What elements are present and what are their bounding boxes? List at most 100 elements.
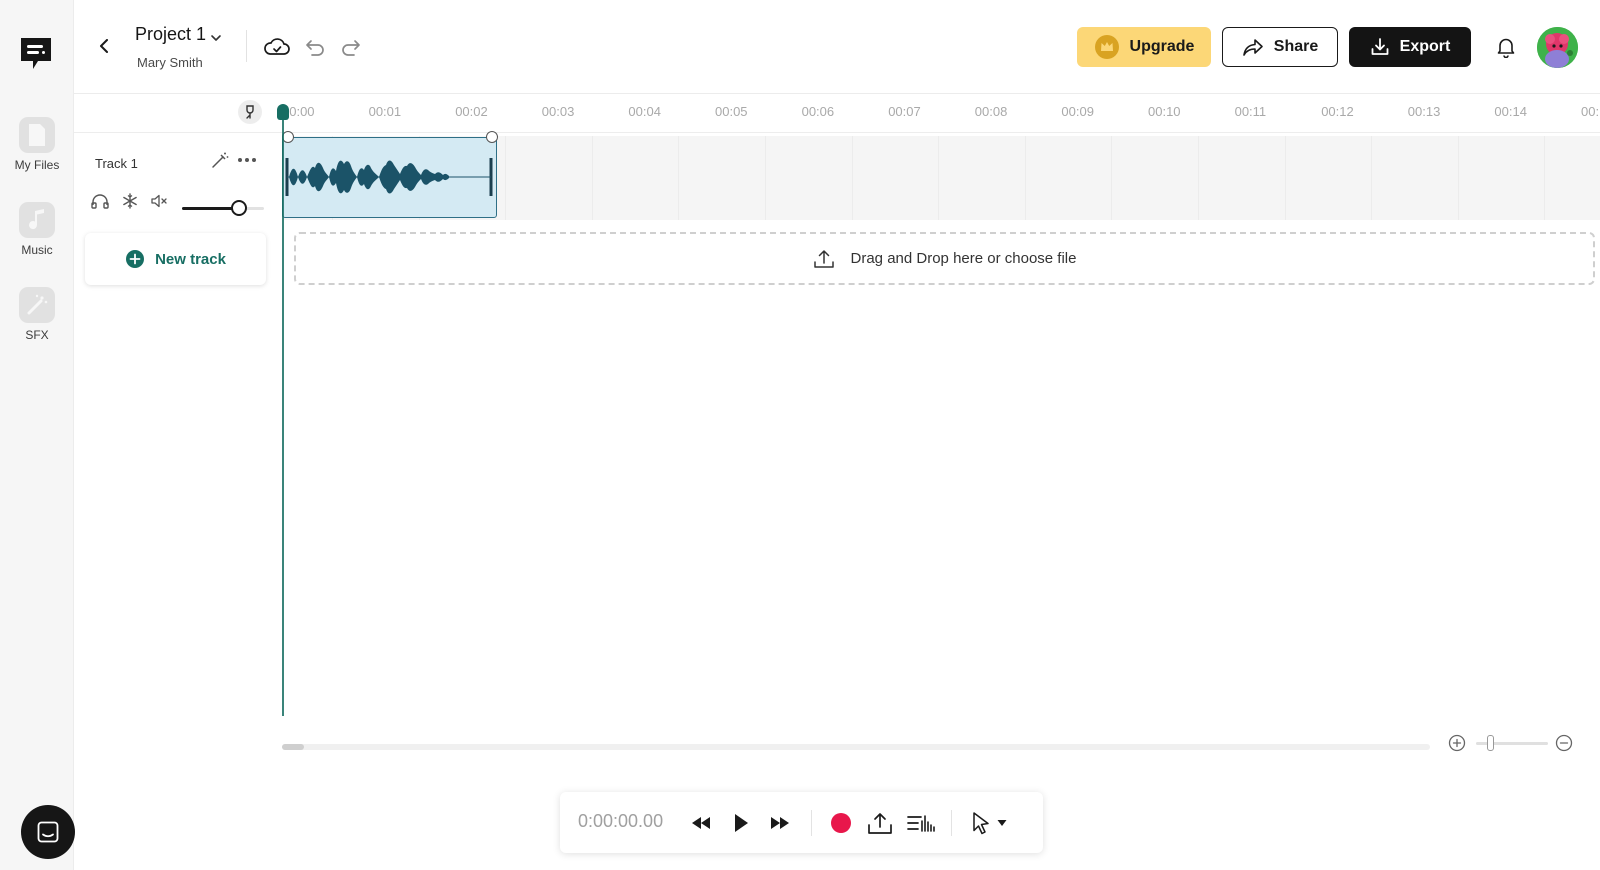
- rewind-icon[interactable]: [687, 809, 715, 837]
- chat-icon: [37, 821, 59, 843]
- grid-line: [678, 136, 680, 220]
- grid-line: [1457, 136, 1459, 220]
- waveform-icon: [285, 158, 493, 196]
- clip-end-handle[interactable]: [486, 131, 498, 143]
- record-button[interactable]: [827, 809, 855, 837]
- mute-speaker-icon[interactable]: [150, 191, 170, 211]
- rail-item-my-files[interactable]: My Files: [0, 117, 74, 187]
- timeline-ruler[interactable]: 00:00 00:01 00:02 00:03 00:04 00:05 00:06 00:07…: [74, 95, 1600, 133]
- more-options-icon[interactable]: [237, 150, 257, 170]
- cursor-tool-icon[interactable]: [967, 809, 995, 837]
- redo-icon[interactable]: [338, 34, 364, 60]
- zoom-out-icon[interactable]: [1554, 733, 1574, 753]
- track-name[interactable]: Track 1: [95, 156, 138, 171]
- snap-magnet-icon[interactable]: [238, 100, 262, 124]
- share-button[interactable]: Share: [1222, 27, 1338, 67]
- ruler-tick: 00:04: [628, 104, 661, 119]
- grid-line: [591, 136, 593, 220]
- grid-line: [1198, 136, 1199, 220]
- playhead-handle[interactable]: [277, 104, 289, 120]
- grid-line: [1111, 136, 1113, 220]
- upgrade-button[interactable]: Upgrade: [1077, 27, 1211, 67]
- project-title[interactable]: Project 1: [135, 24, 206, 45]
- magic-wand-icon: [19, 287, 55, 323]
- audio-clip[interactable]: [282, 137, 497, 218]
- chevron-left-icon: [100, 39, 108, 53]
- rail-label: Music: [21, 243, 53, 257]
- grid-line: [1544, 136, 1546, 220]
- share-arrow-icon: [1242, 39, 1263, 56]
- scrollbar-thumb[interactable]: [282, 744, 304, 750]
- upgrade-label: Upgrade: [1129, 38, 1195, 55]
- upload-audio-icon[interactable]: [866, 809, 894, 837]
- zoom-thumb[interactable]: [1487, 735, 1495, 751]
- dropzone-label: Drag and Drop here or choose file: [850, 250, 1077, 267]
- rail-label: SFX: [25, 328, 49, 342]
- user-avatar[interactable]: [1537, 27, 1578, 68]
- upload-icon: [813, 249, 834, 268]
- ruler-tick: 00:10: [1148, 104, 1181, 119]
- undo-icon[interactable]: [302, 34, 328, 60]
- export-button[interactable]: Export: [1349, 27, 1471, 67]
- transport-divider: [951, 810, 952, 836]
- ruler-tick: 00:12: [1321, 104, 1354, 119]
- ruler-tick: 00:14: [1494, 104, 1527, 119]
- freeze-snowflake-icon[interactable]: [120, 191, 140, 211]
- grid-line: [938, 136, 940, 220]
- timeline-scrollbar[interactable]: [282, 744, 1430, 750]
- back-button[interactable]: [92, 34, 116, 58]
- headphones-icon[interactable]: [90, 191, 110, 211]
- tool-dropdown-icon[interactable]: [992, 809, 1012, 837]
- new-track-button[interactable]: New track: [85, 233, 266, 285]
- chevron-down-icon[interactable]: [208, 30, 224, 46]
- header-divider: [246, 30, 247, 62]
- zoom-slider[interactable]: [1476, 734, 1548, 752]
- magic-wand-icon[interactable]: [210, 150, 230, 170]
- chat-support-button[interactable]: [21, 805, 75, 859]
- ruler-tick: 00:08: [974, 104, 1008, 119]
- left-rail: My Files Music SFX: [0, 0, 75, 870]
- grid-line: [1371, 136, 1373, 220]
- app-logo-icon[interactable]: [17, 35, 55, 73]
- rail-item-sfx[interactable]: SFX: [0, 287, 74, 357]
- share-label: Share: [1273, 38, 1319, 55]
- waveform-settings-icon[interactable]: [907, 809, 935, 837]
- file-dropzone[interactable]: Drag and Drop here or choose file: [294, 232, 1595, 285]
- track-volume-slider[interactable]: [182, 199, 264, 217]
- rail-label: My Files: [14, 158, 60, 172]
- grid-line: [851, 136, 853, 220]
- fast-forward-icon[interactable]: [766, 809, 794, 837]
- grid-line: [505, 136, 507, 220]
- rail-item-music[interactable]: Music: [0, 202, 74, 272]
- transport-divider: [811, 810, 812, 836]
- ruler-tick: 00:15: [1581, 104, 1600, 119]
- ruler-tick: 00:03: [541, 104, 575, 119]
- cloud-sync-icon[interactable]: [262, 34, 292, 60]
- volume-thumb[interactable]: [231, 200, 248, 216]
- playhead-line: [282, 118, 284, 716]
- ruler-tick: 00:01: [368, 104, 402, 119]
- ruler-tick: 00:02: [455, 104, 488, 119]
- track-header: Track 1: [74, 136, 282, 220]
- new-track-label: New track: [155, 250, 226, 268]
- ruler-tick: 00:11: [1234, 104, 1267, 119]
- grid-line: [1284, 136, 1286, 220]
- project-owner: Mary Smith: [137, 55, 203, 70]
- crown-icon: [1094, 35, 1119, 59]
- ruler-tick: 00:07: [888, 104, 921, 119]
- export-label: Export: [1399, 38, 1451, 55]
- file-icon: [19, 117, 55, 153]
- audio-editor-app: My Files Music SFX Project 1 Mary Smith …: [0, 0, 1600, 870]
- ruler-tick: 00:13: [1407, 104, 1441, 119]
- time-display: 0:00:00.00: [578, 811, 664, 831]
- music-note-icon: [19, 202, 55, 238]
- top-header: Project 1 Mary Smith Upgrade Share Expor…: [74, 0, 1600, 94]
- zoom-in-icon[interactable]: [1447, 733, 1467, 753]
- play-icon[interactable]: [727, 809, 755, 837]
- grid-line: [1024, 136, 1026, 220]
- ruler-tick: 00:05: [715, 104, 748, 119]
- notifications-bell-icon[interactable]: [1492, 33, 1520, 61]
- download-icon: [1371, 38, 1389, 55]
- plus-circle-icon: [126, 250, 145, 268]
- record-icon: [831, 813, 851, 833]
